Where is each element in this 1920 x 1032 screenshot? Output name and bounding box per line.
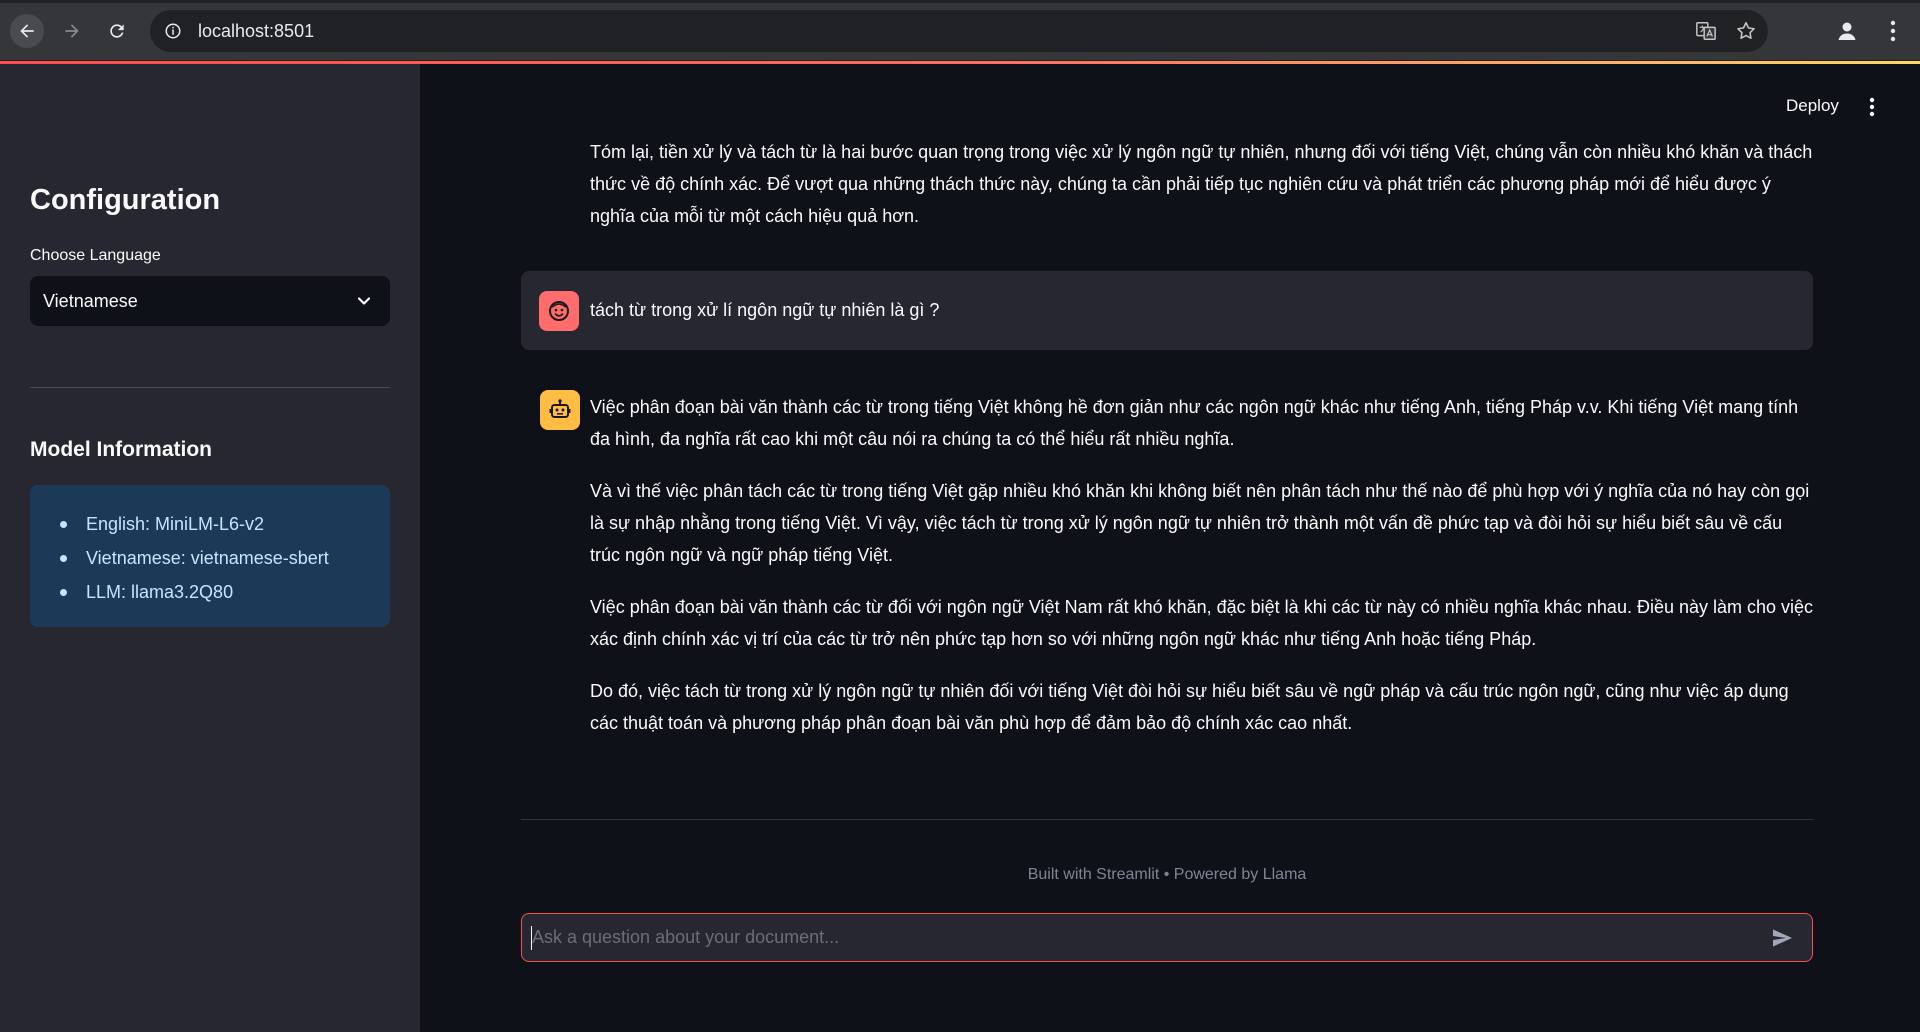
content-divider <box>521 819 1813 820</box>
forward-arrow-icon <box>65 24 79 38</box>
model-info-list: English: MiniLM-L6-v2 Vietnamese: vietna… <box>30 485 390 609</box>
assistant-message-previous: Tóm lại, tiền xử lý và tách từ là hai bư… <box>590 142 1813 226</box>
assistant-paragraph: Việc phân đoạn bài văn thành các từ đối … <box>590 597 1814 649</box>
user-avatar <box>539 291 579 331</box>
assistant-message: Việc phân đoạn bài văn thành các từ tron… <box>590 391 1815 759</box>
list-item: Vietnamese: vietnamese-sbert <box>56 541 390 575</box>
chat-input-container <box>521 913 1813 962</box>
language-select[interactable]: Vietnamese <box>30 276 390 326</box>
sidebar-divider <box>30 387 390 388</box>
forward-button[interactable] <box>55 14 89 48</box>
language-label: Choose Language <box>30 247 161 264</box>
reload-icon <box>110 24 124 38</box>
site-info-icon[interactable] <box>162 20 184 42</box>
assistant-paragraph: Do đó, việc tách từ trong xử lý ngôn ngữ… <box>590 681 1789 733</box>
send-icon <box>1773 929 1792 946</box>
assistant-paragraph: Việc phân đoạn bài văn thành các từ tron… <box>590 397 1799 449</box>
chat-input[interactable] <box>522 914 1762 961</box>
url-text[interactable]: localhost:8501 <box>198 21 314 42</box>
list-item: English: MiniLM-L6-v2 <box>56 507 390 541</box>
bookmark-star-icon[interactable] <box>1734 19 1758 43</box>
back-button[interactable] <box>10 14 44 48</box>
chevron-down-icon <box>357 297 371 305</box>
user-message: tách từ trong xử lí ngôn ngữ tự nhiên là… <box>521 271 1813 350</box>
profile-icon[interactable] <box>1832 16 1862 46</box>
back-arrow-icon <box>20 24 34 38</box>
footer-text: Built with Streamlit • Powered by Llama <box>1027 866 1307 883</box>
deploy-button[interactable]: Deploy <box>1786 96 1839 116</box>
translate-icon[interactable] <box>1694 19 1718 43</box>
browser-toolbar: localhost:8501 <box>0 0 1920 61</box>
text-caret <box>531 926 532 950</box>
list-item: LLM: llama3.2Q80 <box>56 575 390 609</box>
sidebar: Configuration Choose Language Vietnamese… <box>0 64 420 1032</box>
sidebar-title: Configuration <box>30 184 221 216</box>
model-info-title: Model Information <box>30 438 212 461</box>
address-bar[interactable]: localhost:8501 <box>150 10 1768 52</box>
robot-icon <box>549 399 571 418</box>
user-face-icon <box>549 301 569 321</box>
assistant-paragraph: Và vì thế việc phân tách các từ trong ti… <box>590 481 1810 565</box>
assistant-avatar <box>540 390 580 430</box>
app-menu-icon[interactable] <box>1862 94 1882 120</box>
language-select-value: Vietnamese <box>43 290 138 311</box>
tab-strip <box>0 0 1920 3</box>
user-message-text: tách từ trong xử lí ngôn ngữ tự nhiên là… <box>590 300 940 320</box>
browser-menu-icon[interactable] <box>1878 16 1908 46</box>
model-info-box: English: MiniLM-L6-v2 Vietnamese: vietna… <box>30 485 390 627</box>
send-button[interactable] <box>1762 918 1802 958</box>
reload-button[interactable] <box>100 14 134 48</box>
